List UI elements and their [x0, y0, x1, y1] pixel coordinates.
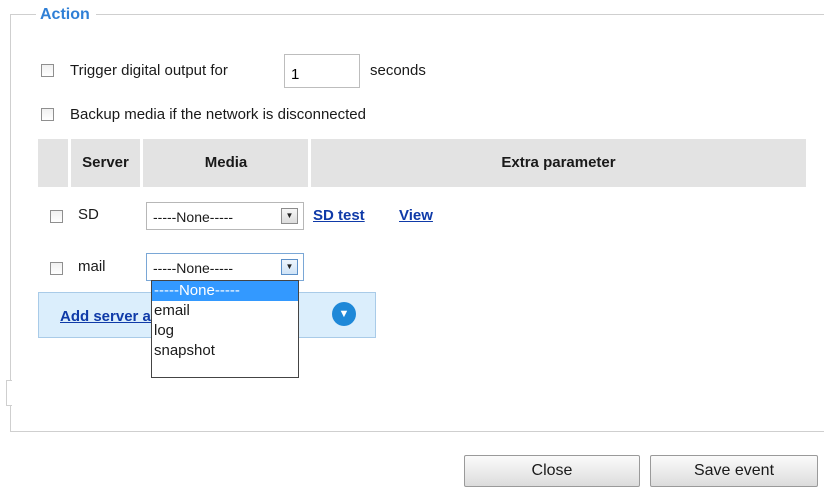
media-select[interactable]: -----None----- ▼ — [146, 202, 304, 230]
server-name: mail — [78, 258, 106, 275]
view-link[interactable]: View — [399, 207, 433, 225]
header-server: Server — [82, 154, 129, 171]
fieldset-notch — [6, 380, 12, 406]
dropdown-option[interactable]: -----None----- — [152, 281, 298, 301]
dropdown-arrow-icon[interactable]: ▼ — [281, 208, 298, 224]
server-row-checkbox[interactable] — [50, 262, 63, 275]
trigger-seconds-input[interactable] — [284, 54, 360, 88]
dropdown-option[interactable]: log — [152, 321, 298, 341]
dropdown-option[interactable]: snapshot — [152, 341, 298, 361]
server-table-header: Server Media Extra parameter — [38, 139, 806, 187]
media-select-value: -----None----- — [153, 260, 234, 276]
sd-test-link[interactable]: SD test — [313, 207, 365, 225]
media-dropdown-list: -----None----- email log snapshot — [151, 280, 299, 378]
server-name: SD — [78, 206, 99, 223]
trigger-label: Trigger digital output for — [70, 62, 228, 79]
header-extra-parameter: Extra parameter — [501, 154, 616, 171]
backup-media-checkbox[interactable] — [41, 108, 54, 121]
backup-media-label: Backup media if the network is disconnec… — [70, 106, 366, 123]
close-button[interactable]: Close — [464, 455, 640, 487]
seconds-label: seconds — [370, 62, 426, 79]
media-select-value: -----None----- — [153, 209, 234, 225]
dropdown-arrow-icon[interactable]: ▼ — [281, 259, 298, 275]
dropdown-option[interactable]: email — [152, 301, 298, 321]
server-row-checkbox[interactable] — [50, 210, 63, 223]
media-select[interactable]: -----None----- ▼ — [146, 253, 304, 281]
trigger-digital-output-checkbox[interactable] — [41, 64, 54, 77]
chevron-down-circle-icon[interactable]: ▼ — [332, 302, 356, 326]
save-event-button[interactable]: Save event — [650, 455, 818, 487]
header-media: Media — [204, 154, 248, 171]
fieldset-legend: Action — [36, 6, 96, 24]
